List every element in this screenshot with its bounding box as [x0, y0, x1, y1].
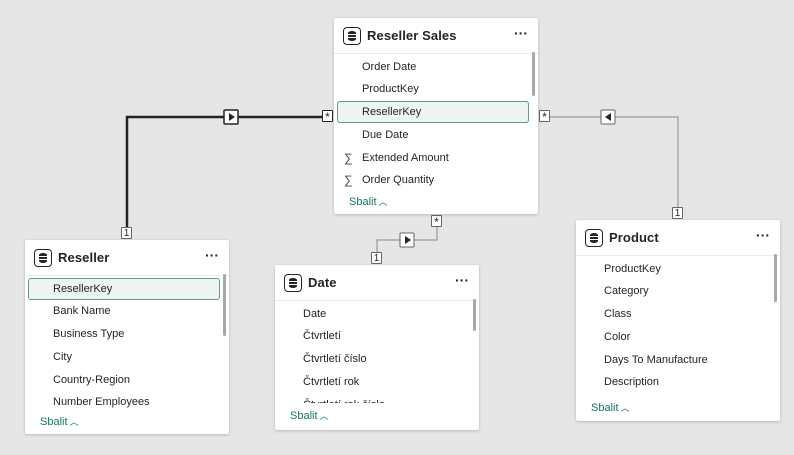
field-item[interactable]: ProductKey — [579, 258, 770, 280]
field-item[interactable]: ∑ Extended Amount — [337, 147, 528, 169]
model-canvas[interactable]: 1 * 1 * 1 * Reseller Sales ··· Order Dat… — [0, 0, 794, 455]
field-item[interactable]: Days To Manufacture — [579, 349, 770, 371]
scrollbar[interactable] — [473, 299, 476, 331]
field-item[interactable]: Color — [579, 326, 770, 348]
field-item[interactable]: Čtvrtletí — [278, 325, 469, 347]
table-card-reseller[interactable]: Reseller ··· ResellerKey Bank Name Busin… — [25, 240, 229, 434]
table-title: Reseller Sales — [367, 28, 457, 43]
chevron-up-icon: ︿ — [69, 417, 79, 427]
cardinality-one-label: 1 — [371, 252, 382, 264]
field-item[interactable]: City — [28, 346, 219, 368]
field-item[interactable]: Date — [278, 303, 469, 325]
more-options-button[interactable]: ··· — [455, 271, 469, 289]
field-list: Order Date ProductKey ResellerKey Due Da… — [334, 56, 538, 192]
table-card-product[interactable]: Product ··· ProductKey Category Class Co… — [576, 220, 780, 421]
table-card-header[interactable]: Product ··· — [576, 220, 780, 256]
field-item[interactable]: Čtvrtletí rok — [278, 371, 469, 393]
scrollbar[interactable] — [774, 254, 777, 302]
chevron-up-icon: ︿ — [620, 403, 630, 413]
field-list: ResellerKey Bank Name Business Type City… — [25, 278, 229, 413]
field-item[interactable]: Due Date — [337, 124, 528, 146]
table-card-reseller-sales[interactable]: Reseller Sales ··· Order Date ProductKey… — [334, 18, 538, 214]
collapse-button[interactable]: Sbalit ︿ — [349, 195, 388, 208]
table-card-header[interactable]: Date ··· — [275, 265, 479, 301]
table-icon — [284, 274, 302, 292]
collapse-button[interactable]: Sbalit ︿ — [591, 401, 630, 414]
field-item[interactable]: Bank Name — [28, 300, 219, 322]
field-item[interactable]: Country-Region — [28, 369, 219, 391]
table-icon — [34, 249, 52, 267]
field-list: ProductKey Category Class Color Days To … — [576, 258, 780, 394]
chevron-up-icon: ︿ — [378, 197, 388, 207]
direction-arrow-icon — [600, 109, 616, 125]
sigma-icon: ∑ — [344, 151, 353, 165]
field-item-selected[interactable]: ResellerKey — [337, 101, 529, 123]
table-icon — [585, 229, 603, 247]
cardinality-many-label: * — [431, 215, 442, 228]
table-icon — [343, 27, 361, 45]
table-card-header[interactable]: Reseller Sales ··· — [334, 18, 538, 54]
scrollbar[interactable] — [532, 52, 535, 96]
field-list: Date Čtvrtletí Čtvrtletí číslo Čtvrtletí… — [275, 303, 479, 403]
more-options-button[interactable]: ··· — [205, 246, 219, 264]
field-item-selected[interactable]: ResellerKey — [28, 278, 220, 300]
table-title: Product — [609, 230, 659, 245]
field-item[interactable]: Order Date — [337, 56, 528, 78]
field-item[interactable]: Number Employees — [28, 391, 219, 413]
cardinality-one-label: 1 — [672, 207, 683, 219]
table-title: Reseller — [58, 250, 110, 265]
direction-arrow-icon — [223, 109, 239, 125]
more-options-button[interactable]: ··· — [514, 24, 528, 42]
field-item[interactable]: Čtvrtletí rok číslo — [278, 394, 469, 403]
relationship-line-product-sales — [550, 116, 679, 209]
table-card-header[interactable]: Reseller ··· — [25, 240, 229, 276]
direction-arrow-icon — [399, 232, 415, 248]
field-item[interactable]: ProductKey — [337, 78, 528, 100]
field-item[interactable]: Description — [579, 371, 770, 393]
sigma-icon: ∑ — [344, 173, 353, 187]
chevron-up-icon: ︿ — [319, 411, 329, 421]
cardinality-many-label: * — [539, 110, 550, 123]
more-options-button[interactable]: ··· — [756, 226, 770, 244]
collapse-button[interactable]: Sbalit ︿ — [40, 415, 79, 428]
table-title: Date — [308, 275, 337, 290]
scrollbar[interactable] — [223, 274, 226, 336]
collapse-button[interactable]: Sbalit ︿ — [290, 409, 329, 422]
field-item[interactable]: Category — [579, 280, 770, 302]
cardinality-one-label: 1 — [121, 227, 132, 239]
relationship-line-reseller-sales — [125, 115, 330, 232]
cardinality-many-label: * — [322, 110, 333, 123]
field-item[interactable]: Čtvrtletí číslo — [278, 348, 469, 370]
field-item[interactable]: Class — [579, 303, 770, 325]
field-item[interactable]: Business Type — [28, 323, 219, 345]
table-card-date[interactable]: Date ··· Date Čtvrtletí Čtvrtletí číslo … — [275, 265, 479, 430]
field-item[interactable]: ∑ Order Quantity — [337, 169, 528, 191]
